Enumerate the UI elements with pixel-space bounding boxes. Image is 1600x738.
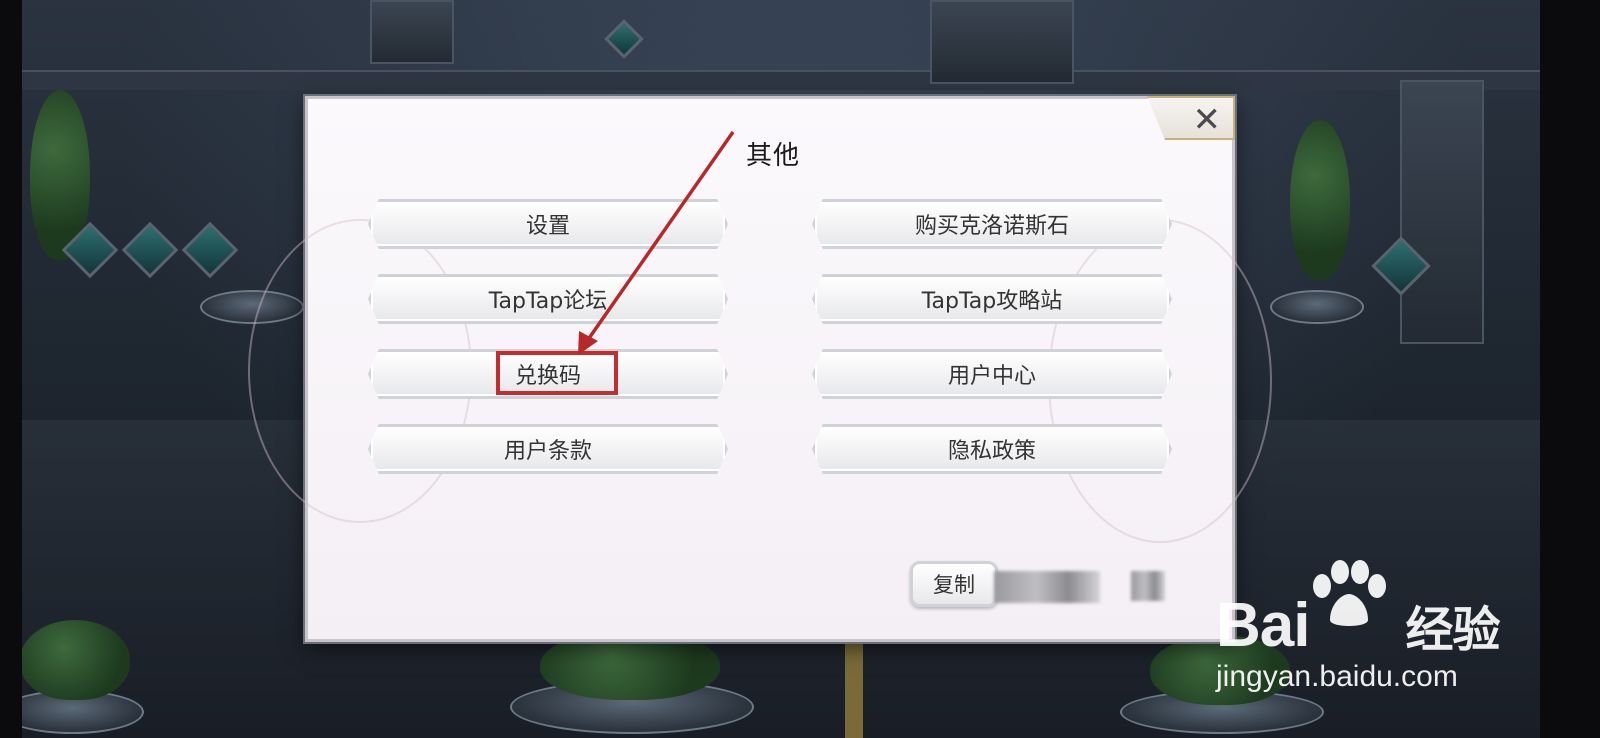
settings-button[interactable]: 设置	[368, 199, 728, 249]
taptap-guide-button-label: TapTap攻略站	[921, 289, 1063, 314]
game-screen: 其他 ✕ 设置 TapTap论坛 兑换码 用户条款 购买克洛诺斯石 TapTap…	[0, 0, 1600, 738]
user-center-button[interactable]: 用户中心	[812, 349, 1172, 399]
settings-button-label: 设置	[525, 214, 570, 239]
close-icon[interactable]: ✕	[1193, 100, 1222, 140]
background-gem	[604, 19, 644, 59]
background-gem	[181, 221, 239, 279]
letterbox-left	[0, 0, 22, 738]
user-center-button-label: 用户中心	[947, 364, 1036, 389]
redacted-user-id-tail	[1131, 571, 1165, 601]
taptap-forum-button[interactable]: TapTap论坛	[368, 274, 728, 324]
buy-chronos-stone-button-label: 购买克洛诺斯石	[914, 214, 1069, 239]
other-settings-dialog: 其他 ✕ 设置 TapTap论坛 兑换码 用户条款 购买克洛诺斯石 TapTap…	[248, 96, 1272, 642]
redeem-code-button[interactable]: 兑换码	[368, 349, 728, 399]
background-bush	[20, 620, 130, 700]
dialog-title: 其他	[746, 141, 801, 171]
background-pillar	[1400, 80, 1484, 344]
background-railing	[0, 70, 1600, 90]
user-terms-button[interactable]: 用户条款	[368, 424, 728, 474]
close-button[interactable]: ✕	[1147, 96, 1235, 140]
copy-button[interactable]: 复制	[910, 561, 998, 607]
privacy-policy-button[interactable]: 隐私政策	[812, 424, 1172, 474]
redeem-code-button-label: 兑换码	[514, 364, 581, 389]
background-lamp-post	[845, 640, 863, 738]
taptap-forum-button-label: TapTap论坛	[488, 289, 608, 314]
copy-button-label: 复制	[933, 573, 975, 597]
user-terms-button-label: 用户条款	[503, 439, 592, 464]
redacted-user-id	[994, 571, 1100, 603]
background-gem	[121, 221, 179, 279]
background-tree	[1290, 120, 1350, 280]
background-planter	[1270, 290, 1364, 324]
letterbox-right	[1540, 0, 1600, 738]
background-pillar	[930, 0, 1074, 84]
buy-chronos-stone-button[interactable]: 购买克洛诺斯石	[812, 199, 1172, 249]
background-pillar	[370, 0, 454, 64]
taptap-guide-button[interactable]: TapTap攻略站	[812, 274, 1172, 324]
privacy-policy-button-label: 隐私政策	[947, 439, 1036, 464]
background-bush	[1150, 635, 1290, 705]
